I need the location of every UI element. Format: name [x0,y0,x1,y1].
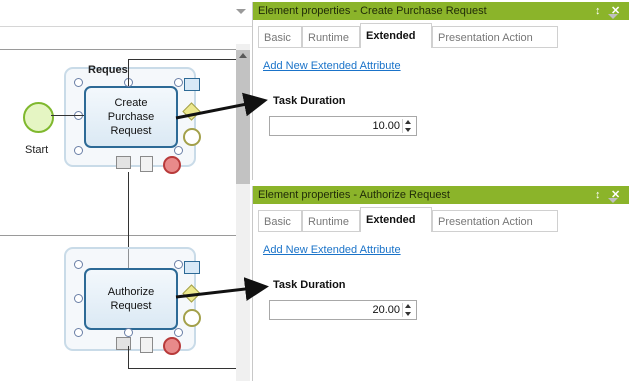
resize-handle[interactable] [174,78,183,87]
task-label: Create Purchase Request [107,97,155,137]
resize-handle[interactable] [124,328,133,337]
task-shortcut-icon[interactable] [184,261,200,274]
sequence-flow[interactable] [128,59,129,86]
add-extended-attribute-link[interactable]: Add New Extended Attribute [263,60,401,72]
document-shortcut-icon[interactable] [140,337,153,353]
tab-runtime[interactable]: Runtime [302,210,360,232]
tab-basic[interactable]: Basic [258,26,302,48]
stepper-up-icon[interactable] [405,304,411,308]
numeric-stepper[interactable] [402,119,414,133]
resize-handle[interactable] [174,146,183,155]
resize-handle[interactable] [74,294,83,303]
sequence-flow[interactable] [128,368,236,369]
pin-icon[interactable]: ↕ [595,2,601,20]
tab-presentation-action[interactable]: Presentation Action [432,26,558,48]
intermediate-event-shortcut-icon[interactable] [183,309,201,327]
task-duration-label: Task Duration [273,279,346,291]
resize-handle[interactable] [174,328,183,337]
tab-basic[interactable]: Basic [258,210,302,232]
chevron-down-icon[interactable] [608,14,618,19]
task-label: Authorize Request [107,286,155,312]
panel-title: Element properties - Authorize Request [258,189,450,201]
task-duration-label: Task Duration [273,95,346,107]
task-shortcut-icon[interactable] [184,78,200,91]
task-create-purchase-request[interactable]: Create Purchase Request [84,86,178,148]
canvas-toolbar [0,0,252,27]
stepper-down-icon[interactable] [405,128,411,132]
panel-title: Element properties - Create Purchase Req… [258,5,487,17]
task-duration-input[interactable]: 10.00 [269,116,417,136]
scrollbar-thumb[interactable] [236,50,250,184]
start-label: Start [25,144,49,156]
stepper-up-icon[interactable] [405,120,411,124]
tab-extended[interactable]: Extended [360,207,432,232]
sequence-flow[interactable] [128,59,236,60]
properties-panel-create-purchase-request: Element properties - Create Purchase Req… [252,2,629,180]
tab-presentation-action[interactable]: Presentation Action [432,210,558,232]
resize-handle[interactable] [74,260,83,269]
end-event-shortcut-icon[interactable] [163,337,181,355]
stepper-down-icon[interactable] [405,312,411,316]
document-shortcut-icon[interactable] [140,156,153,172]
task-duration-value: 20.00 [372,304,400,316]
chevron-down-icon[interactable] [236,9,246,14]
scroll-up-arrow-icon[interactable] [236,50,250,62]
sequence-flow[interactable] [128,346,129,368]
pin-icon[interactable]: ↕ [595,186,601,204]
lane-divider [0,235,236,236]
numeric-stepper[interactable] [402,303,414,317]
sequence-flow[interactable] [51,115,84,116]
resize-handle[interactable] [74,146,83,155]
tab-extended[interactable]: Extended [360,23,432,48]
panel-title-bar: Element properties - Authorize Request ↕… [253,186,629,204]
chevron-down-icon[interactable] [608,198,618,203]
panel-title-bar: Element properties - Create Purchase Req… [253,2,629,20]
canvas-scrollbar[interactable] [236,44,250,381]
task-duration-input[interactable]: 20.00 [269,300,417,320]
task-authorize-request[interactable]: Authorize Request [84,268,178,330]
connector-shortcut-icon[interactable] [116,156,131,169]
task-duration-value: 10.00 [372,120,400,132]
intermediate-event-shortcut-icon[interactable] [183,128,201,146]
tab-runtime[interactable]: Runtime [302,26,360,48]
properties-panel-authorize-request: Element properties - Authorize Request ↕… [252,186,629,381]
end-event-shortcut-icon[interactable] [163,156,181,174]
resize-handle[interactable] [74,78,83,87]
lane-divider [0,49,236,50]
resize-handle[interactable] [174,260,183,269]
process-canvas[interactable]: Start Reques Create Purchase Request Aut… [0,0,252,381]
add-extended-attribute-link[interactable]: Add New Extended Attribute [263,244,401,256]
resize-handle[interactable] [74,328,83,337]
start-event[interactable] [23,102,54,133]
lane-label: Reques [88,64,128,76]
